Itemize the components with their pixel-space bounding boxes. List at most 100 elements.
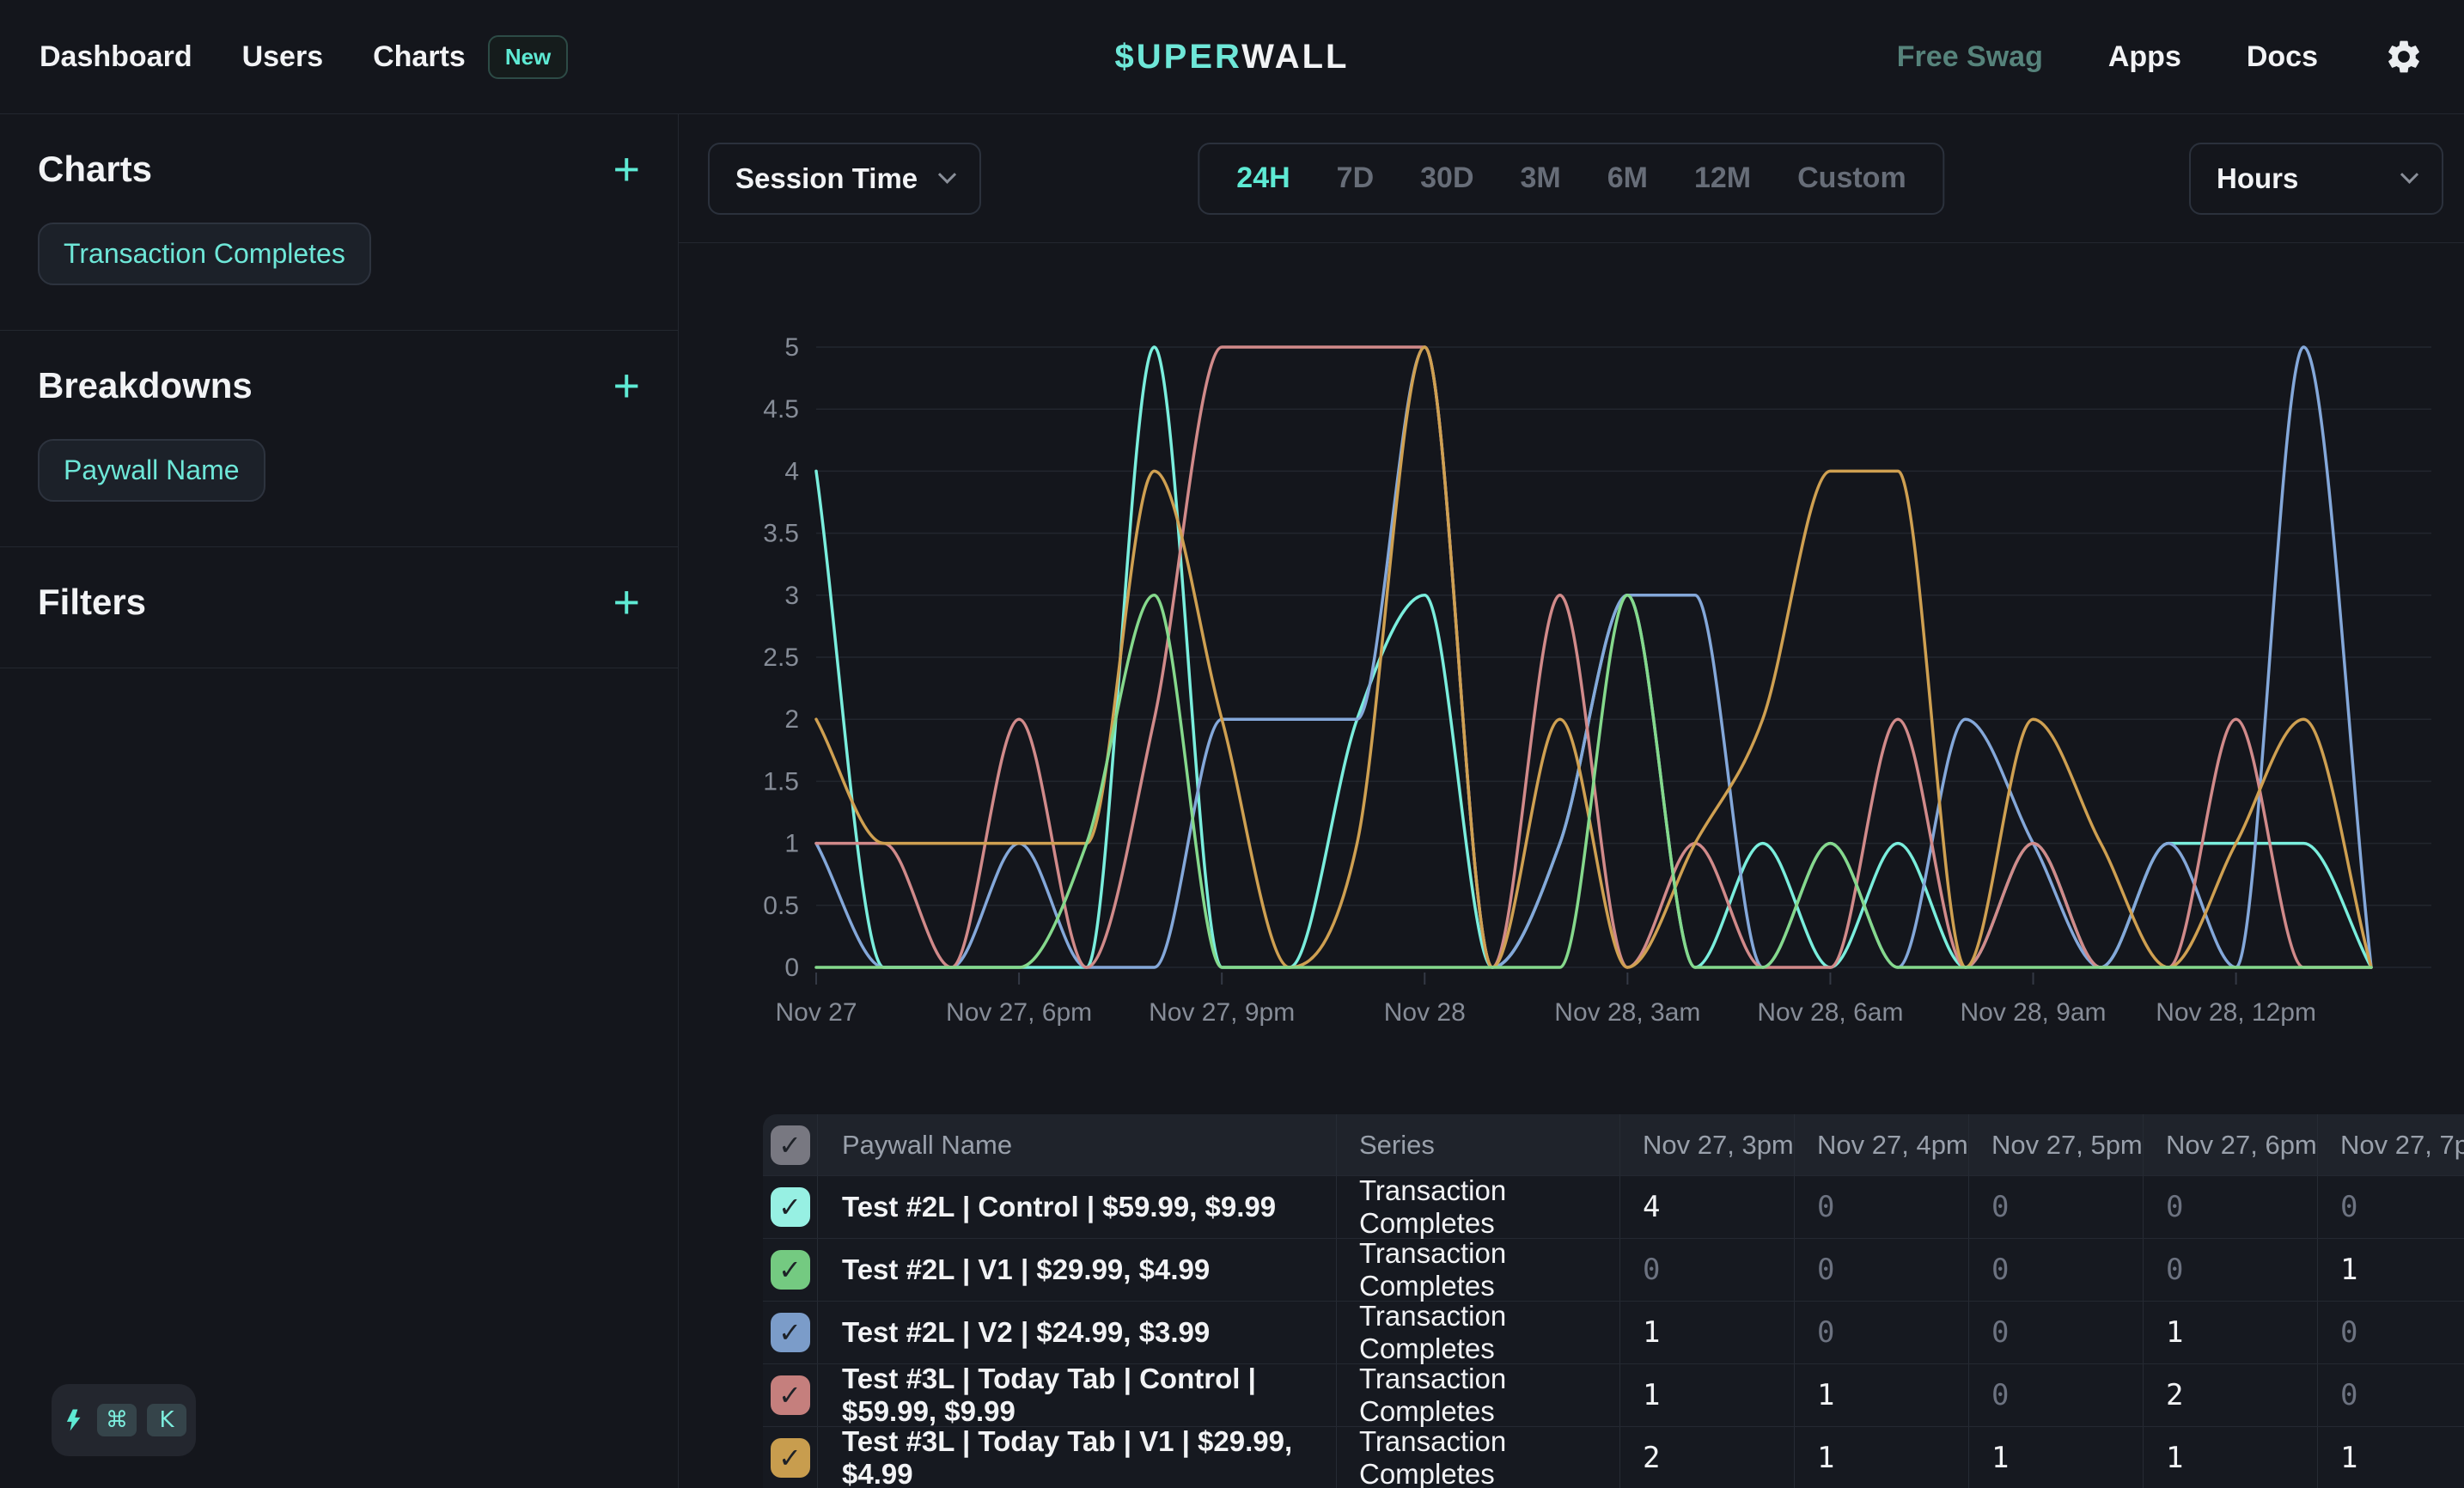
sidebar-section-charts: Charts+ Transaction Completes (0, 114, 678, 331)
y-axis-tick-label: 1.5 (763, 767, 799, 796)
value-cell: 0 (1969, 1302, 2144, 1363)
sidebar: Charts+ Transaction Completes Breakdowns + P… (0, 114, 679, 1488)
y-axis-tick-label: 4 (784, 457, 799, 485)
value-cell: 1 (1795, 1364, 1969, 1426)
y-axis-tick-label: 0.5 (763, 892, 799, 920)
range-tab-24h[interactable]: 24H (1213, 162, 1313, 195)
row-checkbox[interactable]: ✓ (771, 1250, 810, 1290)
chip-paywall-name[interactable]: Paywall Name (38, 439, 265, 502)
x-axis-tick-label: Nov 28, 12pm (2156, 998, 2316, 1027)
nav-item-docs[interactable]: Docs (2247, 40, 2318, 74)
table-row: ✓Test #2L | V1 | $29.99, $4.99Transactio… (763, 1239, 2464, 1302)
header-paywall-name: Paywall Name (818, 1114, 1337, 1175)
add-breakdowns-plus-icon[interactable]: + (613, 369, 640, 403)
value-cell: 2 (1620, 1427, 1795, 1488)
nav-item-free-swag[interactable]: Free Swag (1897, 40, 2043, 74)
nav-item-charts-group: Charts New (373, 35, 568, 79)
row-checkbox[interactable]: ✓ (771, 1438, 810, 1478)
command-palette-shortcut[interactable]: ⌘ K (52, 1384, 196, 1456)
value-cell: 0 (2144, 1239, 2318, 1301)
breakdown-table: ✓Paywall NameSeriesNov 27, 3pmNov 27, 4p… (763, 1114, 2464, 1488)
sidebar-section-title: Breakdowns (38, 365, 253, 406)
paywall-name-cell: Test #2L | Control | $59.99, $9.99 (818, 1176, 1337, 1238)
sessions-chart: 00.511.522.533.544.55Nov 27Nov 27, 6pmNo… (679, 243, 2464, 1114)
row-checkbox[interactable]: ✓ (771, 1375, 810, 1415)
range-tab-7d[interactable]: 7D (1314, 162, 1397, 195)
range-tab-12m[interactable]: 12M (1671, 162, 1774, 195)
x-axis-tick-label: Nov 28, 6am (1757, 998, 1903, 1027)
controls-bar: Session Time 24H7D30D3M6M12MCustom Hours (679, 114, 2464, 243)
value-cell: 0 (1969, 1239, 2144, 1301)
chip-list: Transaction Completes (38, 223, 640, 285)
row-checkbox-cell: ✓ (763, 1302, 818, 1363)
value-cell: 1 (2318, 1427, 2464, 1488)
value-cell: 0 (2318, 1302, 2464, 1363)
range-tab-custom[interactable]: Custom (1774, 162, 1930, 195)
new-badge: New (488, 35, 568, 79)
row-checkbox-cell: ✓ (763, 1364, 818, 1426)
add-charts-plus-icon[interactable]: + (613, 152, 640, 186)
settings-gear-icon[interactable] (2383, 36, 2424, 77)
table-row: ✓Test #3L | Today Tab | V1 | $29.99, $4.… (763, 1427, 2464, 1488)
table-row: ✓Test #2L | Control | $59.99, $9.99Trans… (763, 1176, 2464, 1239)
range-tab-30d[interactable]: 30D (1397, 162, 1497, 195)
value-cell: 1 (1620, 1364, 1795, 1426)
logo-accent-text: $UPER (1115, 38, 1242, 76)
paywall-name-cell: Test #2L | V1 | $29.99, $4.99 (818, 1239, 1337, 1301)
x-axis-tick-label: Nov 28, 3am (1554, 998, 1700, 1027)
top-nav: Dashboard Users Charts New $UPERWALL Fre… (0, 0, 2464, 113)
add-filters-plus-icon[interactable]: + (613, 585, 640, 619)
sidebar-section-title: Filters (38, 582, 146, 623)
nav-item-apps[interactable]: Apps (2108, 40, 2181, 74)
page-layout: Charts+ Transaction Completes Breakdowns + P… (0, 113, 2464, 1488)
value-cell: 0 (1795, 1239, 1969, 1301)
paywall-name-cell: Test #2L | V2 | $24.99, $3.99 (818, 1302, 1337, 1363)
row-checkbox[interactable]: ✓ (771, 1187, 810, 1227)
header-nov-27-5pm: Nov 27, 5pm (1969, 1114, 2144, 1175)
metric-select-value: Session Time (735, 162, 918, 195)
series-cell: Transaction Completes (1337, 1302, 1620, 1363)
x-axis-tick-label: Nov 27 (775, 998, 857, 1027)
nav-left: Dashboard Users Charts New (40, 35, 568, 79)
value-cell: 0 (2318, 1364, 2464, 1426)
header-nov-27-3pm: Nov 27, 3pm (1620, 1114, 1795, 1175)
series-cell: Transaction Completes (1337, 1427, 1620, 1488)
chip-list: Paywall Name (38, 439, 640, 502)
table-row: ✓Test #2L | V2 | $24.99, $3.99Transactio… (763, 1302, 2464, 1364)
command-keycap: ⌘ (97, 1404, 137, 1436)
value-cell: 1 (1620, 1302, 1795, 1363)
value-cell: 0 (1620, 1239, 1795, 1301)
x-axis-tick-label: Nov 27, 9pm (1149, 998, 1295, 1027)
series-cell: Transaction Completes (1337, 1364, 1620, 1426)
sidebar-section-header: Breakdowns + (38, 365, 640, 406)
value-cell: 0 (1795, 1176, 1969, 1238)
header-nov-27-4pm: Nov 27, 4pm (1795, 1114, 1969, 1175)
sidebar-section-header: Filters + (38, 582, 640, 623)
row-checkbox[interactable]: ✓ (771, 1313, 810, 1352)
value-cell: 1 (2144, 1302, 2318, 1363)
sidebar-section-header: Charts+ (38, 149, 640, 190)
y-axis-tick-label: 4.5 (763, 395, 799, 424)
x-axis-tick-label: Nov 27, 6pm (946, 998, 1092, 1027)
row-checkbox-cell: ✓ (763, 1239, 818, 1301)
y-axis-tick-label: 2 (784, 705, 799, 734)
y-axis-tick-label: 0 (784, 954, 799, 982)
main-panel: Session Time 24H7D30D3M6M12MCustom Hours… (679, 114, 2464, 1488)
nav-item-users[interactable]: Users (242, 40, 324, 74)
unit-select[interactable]: Hours (2189, 143, 2443, 215)
y-axis-tick-label: 2.5 (763, 643, 799, 672)
y-axis-tick-label: 3 (784, 582, 799, 610)
range-tab-6m[interactable]: 6M (1584, 162, 1671, 195)
range-tab-3m[interactable]: 3M (1497, 162, 1584, 195)
chip-transaction-completes[interactable]: Transaction Completes (38, 223, 371, 285)
table-row: ✓Test #3L | Today Tab | Control | $59.99… (763, 1364, 2464, 1427)
paywall-name-cell: Test #3L | Today Tab | V1 | $29.99, $4.9… (818, 1427, 1337, 1488)
select-all-checkbox[interactable]: ✓ (771, 1125, 810, 1165)
k-keycap: K (147, 1404, 186, 1436)
sidebar-section-breakdowns: Breakdowns + Paywall Name (0, 331, 678, 547)
metric-select[interactable]: Session Time (708, 143, 981, 215)
header-checkbox-cell: ✓ (763, 1114, 818, 1175)
nav-item-dashboard[interactable]: Dashboard (40, 40, 192, 74)
y-axis-tick-label: 1 (784, 830, 799, 858)
nav-item-charts[interactable]: Charts (373, 40, 466, 74)
